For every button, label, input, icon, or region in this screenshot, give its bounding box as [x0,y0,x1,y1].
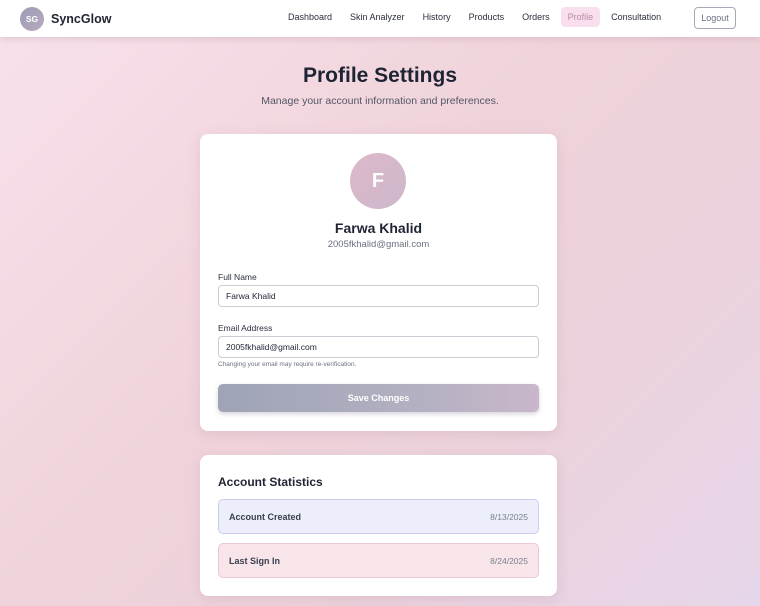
full-name-label: Full Name [218,272,257,282]
profile-email: 2005fkhalid@gmail.com [327,239,430,250]
top-navbar: SG SyncGlow Dashboard Skin Analyzer Hist… [0,0,760,37]
avatar: F [350,153,406,209]
profile-name: Farwa Khalid [334,220,423,236]
logo-badge[interactable]: SG [20,6,44,31]
nav-history[interactable]: History [416,7,458,27]
save-changes-button[interactable]: Save Changes [218,384,539,412]
stat-label: Last Sign In [229,555,281,566]
email-hint: Changing your email may require re-verif… [218,361,357,368]
page-title: Profile Settings [302,64,458,87]
stat-account-created: Account Created 8/13/2025 [218,499,539,534]
account-statistics-card: Account Statistics Account Created 8/13/… [200,455,557,596]
nav-skin-analyzer[interactable]: Skin Analyzer [343,7,412,27]
page-subtitle: Manage your account information and pref… [261,95,499,107]
stat-value: 8/24/2025 [490,555,528,566]
nav-products[interactable]: Products [462,7,512,27]
nav-consultation[interactable]: Consultation [604,7,668,27]
stat-label: Account Created [229,511,302,522]
full-name-input[interactable] [218,285,539,307]
nav-orders[interactable]: Orders [515,7,557,27]
nav-profile[interactable]: Profile [560,7,601,27]
stat-last-sign-in: Last Sign In 8/24/2025 [218,543,539,578]
stat-value: 8/13/2025 [490,511,528,522]
email-label: Email Address [218,323,273,333]
logout-button[interactable]: Logout [694,7,736,29]
stats-title: Account Statistics [218,475,323,489]
nav-links: Dashboard Skin Analyzer History Products… [281,7,672,27]
nav-dashboard[interactable]: Dashboard [281,7,339,27]
brand-name[interactable]: SyncGlow [51,12,111,26]
profile-card: F Farwa Khalid 2005fkhalid@gmail.com Ful… [200,134,557,431]
email-input[interactable] [218,336,539,358]
